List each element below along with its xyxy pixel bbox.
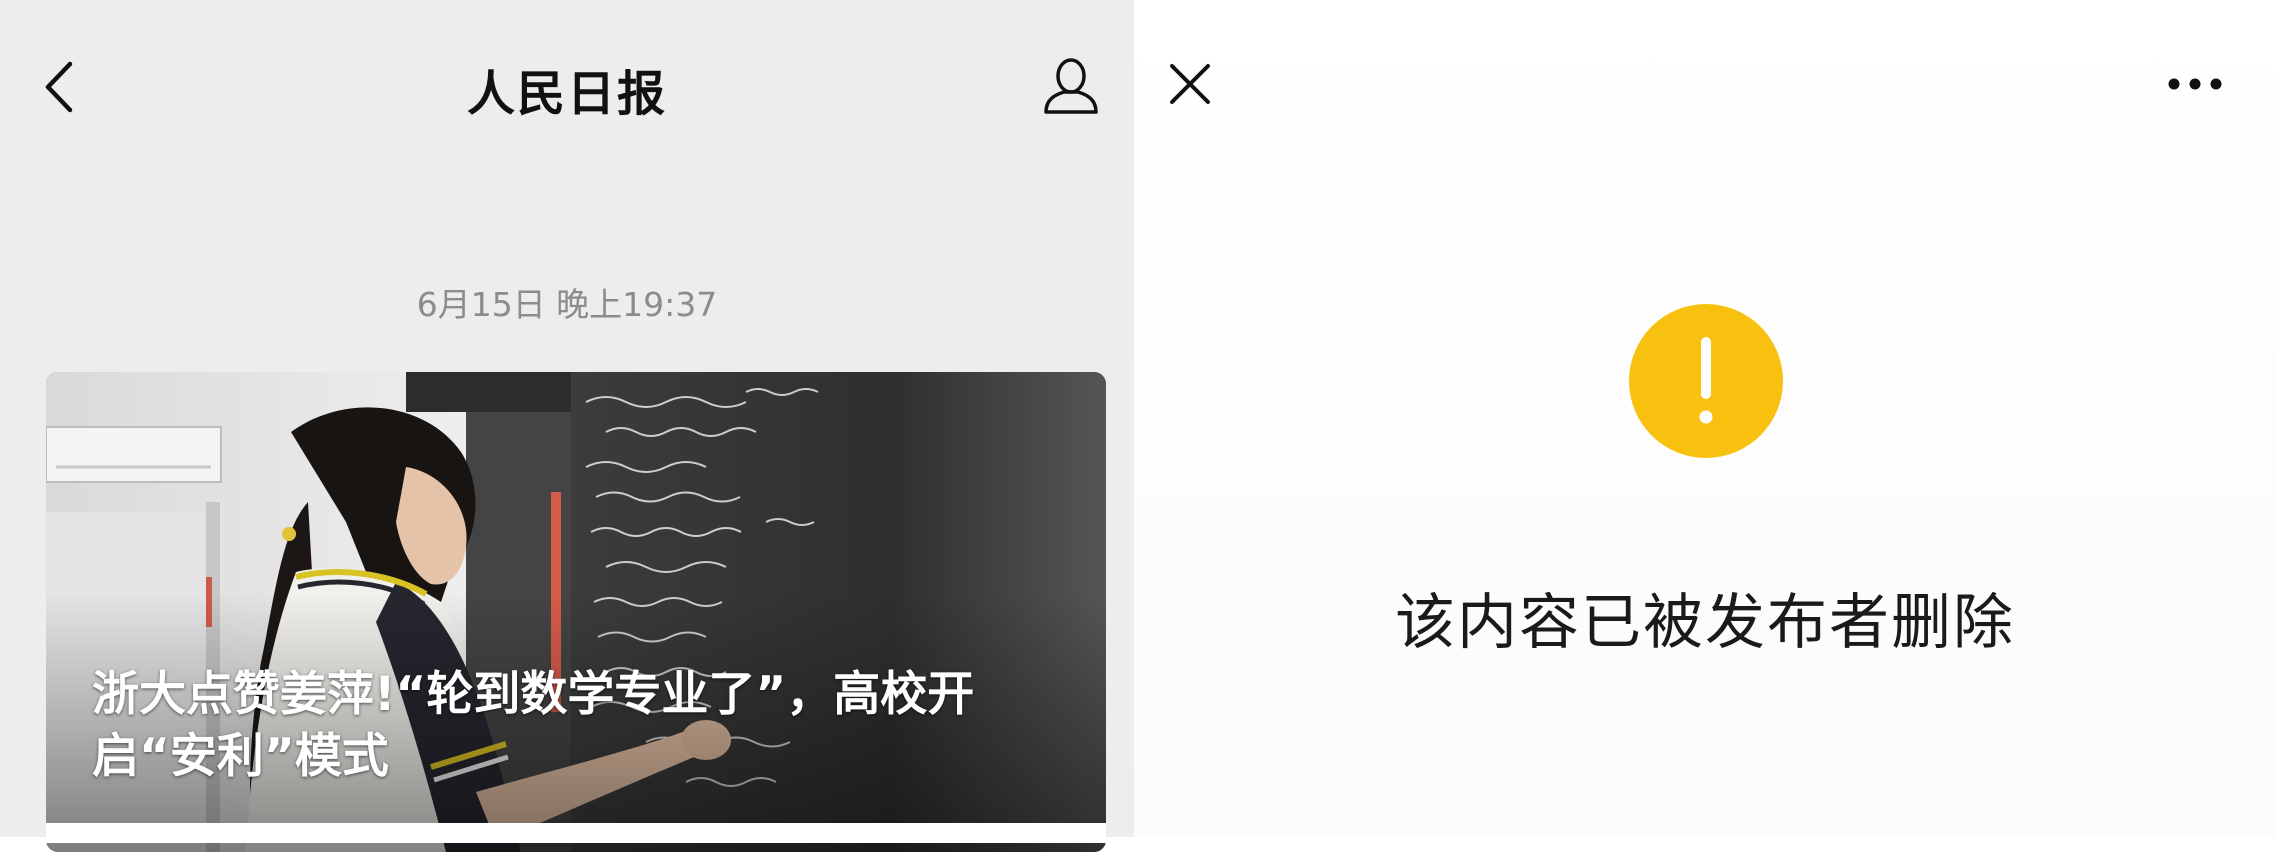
message-timestamp: 6月15日 晚上19:37	[416, 285, 718, 324]
more-dots-icon[interactable]	[2166, 74, 2224, 94]
account-title: 人民日报	[466, 66, 667, 122]
person-icon[interactable]	[1040, 56, 1102, 116]
card-footer-strip	[46, 823, 1106, 843]
deleted-content-message: 该内容已被发布者删除	[1395, 588, 2015, 658]
close-icon[interactable]	[1168, 62, 1212, 106]
exclamation-icon	[1629, 304, 1783, 458]
article-title: 浙大点赞姜萍!“轮到数学专业了”，高校开启“安利”模式	[92, 667, 975, 784]
article-card[interactable]: 浙大点赞姜萍!“轮到数学专业了”，高校开启“安利”模式	[46, 372, 1106, 852]
